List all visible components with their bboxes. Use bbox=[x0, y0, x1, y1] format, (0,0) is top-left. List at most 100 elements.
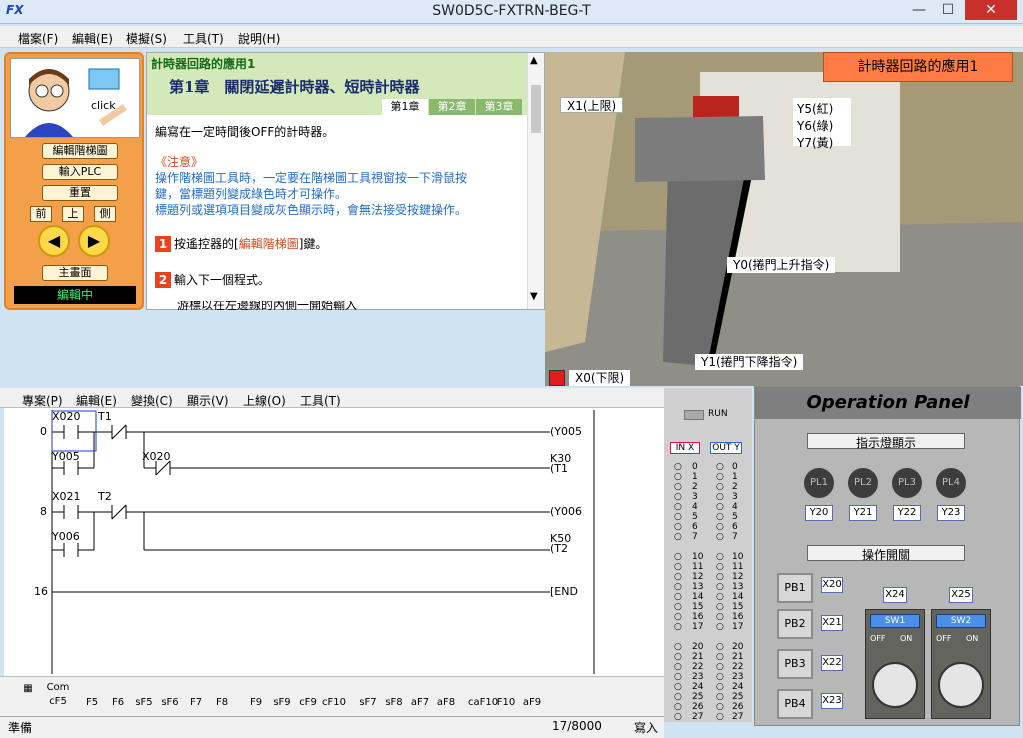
prev-arrow-icon[interactable]: ◀ bbox=[38, 225, 70, 257]
note-line-1: 操作階梯圖工具時，一定要在階梯圖工具視窗按一下滑鼠按 bbox=[155, 171, 468, 185]
next-arrow-icon[interactable]: ▶ bbox=[78, 225, 110, 257]
contact-y005: Y005 bbox=[52, 450, 80, 463]
addr-x21: X21 bbox=[821, 615, 843, 631]
io-monitor: RUN IN X OUT Y ○ 0 ○ 0 ○ 1 ○ 1 ○ 2 ○ 2 ○ 3 ○ 3 ○ 4 ○ 4 ○ 5 ○ 5 ○… bbox=[664, 388, 752, 722]
sw1-knob-icon[interactable] bbox=[872, 662, 918, 708]
io-row: ○ 16 ○ 16 bbox=[674, 612, 744, 622]
ladder-menu-view[interactable]: 顯示(V) bbox=[187, 392, 229, 409]
io-row: ○ 15 ○ 15 bbox=[674, 602, 744, 612]
fkey-f8[interactable]: F8 bbox=[210, 681, 234, 711]
end-instruction: [END bbox=[550, 585, 578, 598]
io-row: ○ 2 ○ 2 bbox=[674, 482, 738, 492]
contact-t2: T2 bbox=[98, 490, 112, 503]
fkey-sf7[interactable]: sF7 bbox=[356, 681, 380, 711]
pb3-button[interactable]: PB3 bbox=[777, 649, 813, 679]
step-3-partial: 游標以在左邊線的內側一開始輸入 bbox=[177, 301, 358, 310]
tab-chapter-1[interactable]: 第1章 bbox=[382, 99, 428, 115]
sw2-selector[interactable]: SW2 OFF ON bbox=[931, 609, 991, 719]
fkey-cf9[interactable]: cF9 bbox=[296, 681, 320, 711]
side-view-button[interactable]: 側 bbox=[94, 206, 116, 222]
home-button[interactable]: 主畫面 bbox=[42, 265, 108, 281]
io-row: ○ 13 ○ 13 bbox=[674, 582, 744, 592]
top-view-button[interactable]: 上 bbox=[62, 206, 84, 222]
fkey-sf6[interactable]: sF6 bbox=[158, 681, 182, 711]
ladder-menu-convert[interactable]: 變換(C) bbox=[131, 392, 173, 409]
minimize-button[interactable]: — bbox=[905, 0, 933, 20]
switch-section-title: 操作開關 bbox=[807, 545, 965, 562]
fkey-f5[interactable]: F5 bbox=[80, 681, 104, 711]
edit-ladder-button[interactable]: 編輯階梯圖 bbox=[42, 143, 118, 159]
chapter-tabs: 第1章 第2章 第3章 bbox=[381, 99, 522, 115]
reset-button[interactable]: 重置 bbox=[42, 185, 118, 201]
ladder-menu-project[interactable]: 專案(P) bbox=[22, 392, 63, 409]
pb4-button[interactable]: PB4 bbox=[777, 689, 813, 719]
step-2: 2 輸入下一個程式。 bbox=[155, 271, 270, 288]
ladder-editor[interactable]: 0 8 16 X020 T1 Y005 X020 X021 T2 Y006 (Y… bbox=[4, 408, 664, 676]
avatar-caption: click bbox=[91, 99, 116, 112]
main-menu-bar: 檔案(F) 編輯(E) 模擬(S) 工具(T) 說明(H) bbox=[0, 26, 1023, 48]
tab-chapter-2[interactable]: 第2章 bbox=[429, 99, 475, 115]
fkey-comment[interactable]: Com cF5 bbox=[46, 681, 70, 711]
maximize-button[interactable]: ☐ bbox=[933, 0, 963, 20]
menu-file[interactable]: 檔案(F) bbox=[18, 30, 58, 47]
fkey-caf10[interactable]: caF10 bbox=[468, 681, 498, 711]
fkey-f10[interactable]: F10 bbox=[494, 681, 518, 711]
lesson-section: 計時器回路的應用1 bbox=[151, 57, 256, 71]
status-ready: 準備 bbox=[8, 721, 33, 735]
ladder-menu-edit[interactable]: 編輯(E) bbox=[76, 392, 117, 409]
fkey-sf8[interactable]: sF8 bbox=[382, 681, 406, 711]
write-plc-button[interactable]: 輸入PLC bbox=[42, 164, 118, 180]
menu-help[interactable]: 說明(H) bbox=[238, 30, 280, 47]
edit-status: 編輯中 bbox=[14, 286, 136, 304]
edit-ladder-link[interactable]: 編輯階梯圖 bbox=[239, 237, 299, 251]
x0-indicator bbox=[549, 370, 565, 386]
fkey-f6[interactable]: F6 bbox=[106, 681, 130, 711]
addr-y23: Y23 bbox=[937, 505, 965, 521]
pl2-lamp: PL2 bbox=[845, 465, 881, 501]
status-bar: 準備 17/8000 寫入 bbox=[0, 716, 664, 738]
contact-x020-nc: X020 bbox=[142, 450, 171, 463]
fkey-sf9[interactable]: sF9 bbox=[270, 681, 294, 711]
input-header: IN X bbox=[670, 442, 700, 454]
fkey-cf10[interactable]: cF10 bbox=[322, 681, 346, 711]
io-row: ○ 4 ○ 4 bbox=[674, 502, 738, 512]
pb2-button[interactable]: PB2 bbox=[777, 609, 813, 639]
fkey-f7[interactable]: F7 bbox=[184, 681, 208, 711]
addr-x24: X24 bbox=[883, 587, 907, 603]
note-line-2: 鍵，當標題列變成綠色時才可操作。 bbox=[155, 187, 348, 201]
lesson-chapter: 第1章 關閉延遲計時器、短時計時器 bbox=[169, 78, 420, 96]
contact-t1: T1 bbox=[98, 410, 112, 423]
tutor-avatar[interactable]: click bbox=[10, 58, 140, 138]
fkey-af7[interactable]: aF7 bbox=[408, 681, 432, 711]
tutor-panel: click 編輯階梯圖 輸入PLC 重置 前 上 側 ◀ ▶ 主畫面 編輯中 bbox=[4, 52, 144, 310]
pl1-lamp: PL1 bbox=[801, 465, 837, 501]
indicator-section-title: 指示燈顯示 bbox=[807, 433, 965, 450]
scene-title: 計時器回路的應用1 bbox=[823, 52, 1013, 82]
tab-chapter-3[interactable]: 第3章 bbox=[476, 99, 522, 115]
fkey-sf5[interactable]: sF5 bbox=[132, 681, 156, 711]
menu-simulate[interactable]: 模擬(S) bbox=[126, 30, 167, 47]
fkey-af8[interactable]: aF8 bbox=[434, 681, 458, 711]
edit-mode: 寫入 bbox=[634, 721, 659, 735]
fkey-af9[interactable]: aF9 bbox=[520, 681, 544, 711]
ladder-menu-online[interactable]: 上線(O) bbox=[243, 392, 286, 409]
close-button[interactable]: ✕ bbox=[965, 0, 1017, 20]
simulation-scene: 計時器回路的應用1 X1(上限) Y5(紅) Y6(綠) Y7(黃) Y0(捲門上升… bbox=[545, 52, 1023, 386]
title-bar: FX SW0D5C-FXTRN-BEG-T — ☐ ✕ bbox=[0, 0, 1023, 24]
sw2-knob-icon[interactable] bbox=[938, 662, 984, 708]
coil-y006: (Y006 bbox=[550, 505, 583, 518]
ladder-symbol-icon[interactable]: ▦ bbox=[18, 681, 38, 711]
fkey-f9[interactable]: F9 bbox=[244, 681, 268, 711]
pb1-button[interactable]: PB1 bbox=[777, 573, 813, 603]
ladder-menu-tools[interactable]: 工具(T) bbox=[300, 392, 341, 409]
contact-y006: Y006 bbox=[52, 530, 80, 543]
front-view-button[interactable]: 前 bbox=[30, 206, 52, 222]
addr-x23: X23 bbox=[821, 693, 843, 709]
lesson-scrollbar[interactable]: ▲ ▼ bbox=[527, 53, 544, 309]
coil-y005: (Y005 bbox=[550, 425, 583, 438]
sw1-selector[interactable]: SW1 OFF ON bbox=[865, 609, 925, 719]
label-y0: Y0(捲門上升指令) bbox=[727, 257, 836, 273]
menu-edit[interactable]: 編輯(E) bbox=[72, 30, 113, 47]
menu-tools[interactable]: 工具(T) bbox=[183, 30, 224, 47]
pl3-lamp: PL3 bbox=[889, 465, 925, 501]
